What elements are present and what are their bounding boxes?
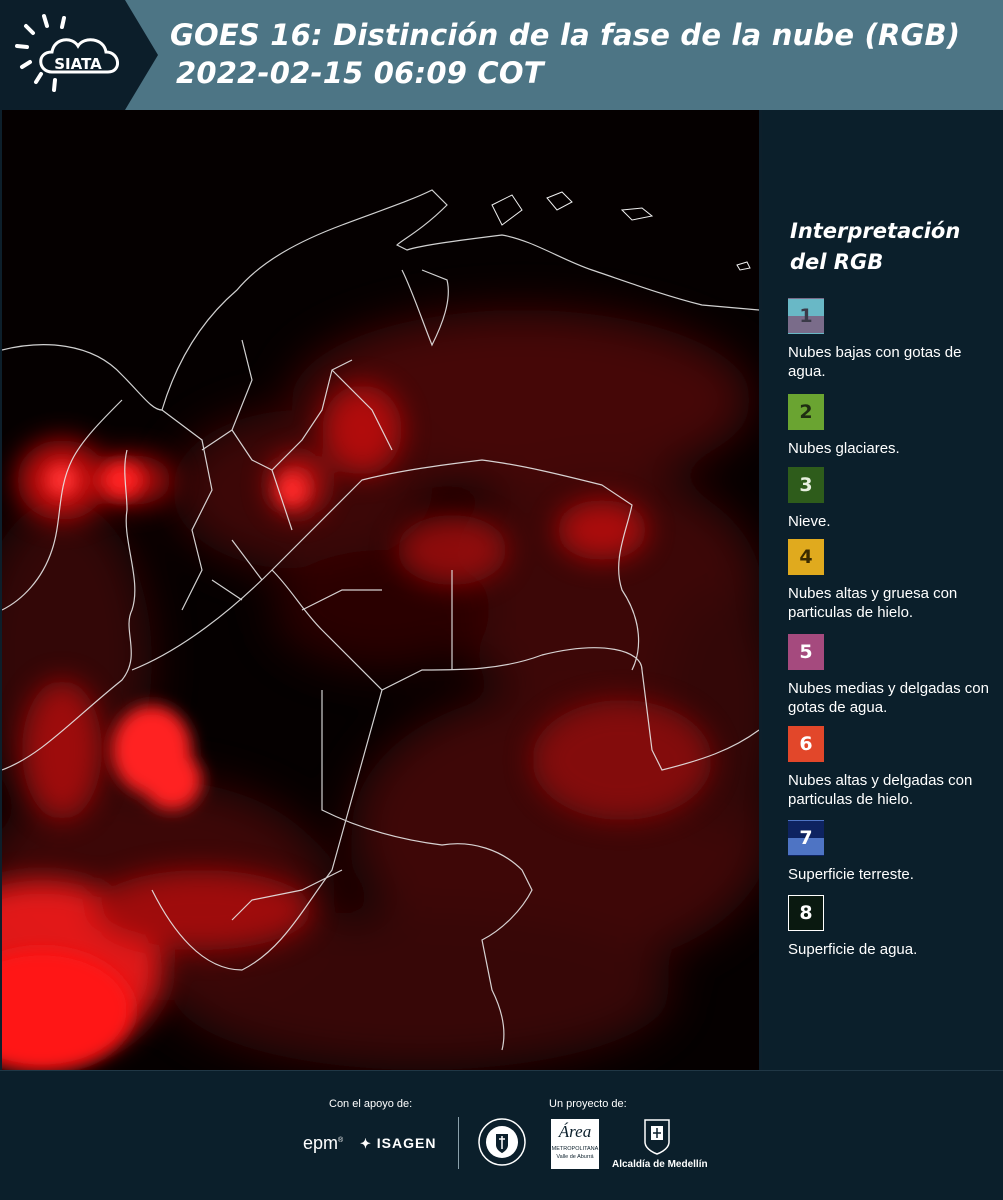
legend-swatch-4: 4 (788, 539, 824, 575)
legend-desc-3: Nieve. (788, 513, 831, 530)
legend-title-line1: Interpretación (790, 219, 961, 243)
area-logo-sub1: METROPOLITANA (551, 1146, 599, 1152)
legend-desc-4: Nubes altas y gruesa con particulas de h… (788, 585, 958, 621)
legend-item-6: 6 Nubes altas y delgadas con particulas … (788, 726, 998, 809)
legend-title: Interpretación del RGB (790, 216, 960, 278)
page-title: GOES 16: Distinción de la fase de la nub… (170, 18, 961, 52)
legend-item-1: 1 Nubes bajas con gotas de agua. (788, 298, 998, 381)
legend-swatch-8: 8 (788, 895, 824, 931)
footer: Con el apoyo de: Un proyecto de: epm® ✦ … (0, 1070, 1003, 1200)
legend-desc-8: Superficie de agua. (788, 941, 918, 958)
legend-item-5: 5 Nubes medias y delgadas con gotas de a… (788, 634, 998, 717)
siata-logo-text: SIATA (54, 55, 102, 73)
legend-item-8: 8 Superficie de agua. (788, 895, 998, 959)
legend-desc-5: Nubes medias y delgadas con gotas de agu… (788, 680, 989, 716)
legend-panel: Interpretación del RGB 1 Nubes bajas con… (762, 110, 1003, 1070)
page-timestamp: 2022-02-15 06:09 COT (176, 56, 544, 90)
legend-item-7: 7 Superficie terreste. (788, 820, 998, 884)
legend-item-4: 4 Nubes altas y gruesa con particulas de… (788, 539, 998, 622)
legend-desc-1: Nubes bajas con gotas de agua. (788, 344, 962, 380)
siata-logo: SIATA (0, 0, 158, 110)
isagen-logo: ✦ ISAGEN (360, 1135, 436, 1152)
legend-swatch-7: 7 (788, 820, 824, 856)
rgb-cloud-phase-image (2, 110, 759, 1070)
epm-logo-text: epm (303, 1133, 339, 1153)
epm-logo: epm® (303, 1133, 344, 1153)
legend-swatch-6: 6 (788, 726, 824, 762)
legend-desc-2: Nubes glaciares. (788, 440, 900, 457)
satellite-map[interactable] (2, 110, 759, 1070)
alcaldia-logo-text: Alcaldía de Medellín (612, 1159, 708, 1170)
header-bar: SIATA GOES 16: Distinción de la fase de … (0, 0, 1003, 110)
support-label: Con el apoyo de: (329, 1098, 413, 1110)
alcaldia-shield-icon (644, 1119, 670, 1155)
area-logo-sub2: Valle de Aburrá (556, 1154, 594, 1160)
legend-desc-7: Superficie terreste. (788, 866, 914, 883)
isagen-logo-text: ISAGEN (376, 1135, 437, 1151)
legend-item-2: 2 Nubes glaciares. (788, 394, 998, 458)
isagen-mark-icon: ✦ (360, 1136, 372, 1151)
project-label: Un proyecto de: (549, 1098, 627, 1110)
legend-swatch-1: 1 (788, 298, 824, 334)
legend-item-3: 3 Nieve. (788, 467, 998, 531)
legend-swatch-2: 2 (788, 394, 824, 430)
medellin-seal-icon (478, 1118, 526, 1166)
legend-swatch-3: 3 (788, 467, 824, 503)
sun-cloud-icon: SIATA (15, 14, 119, 92)
area-metropolitana-logo: Área METROPOLITANA Valle de Aburrá (551, 1119, 599, 1169)
legend-desc-6: Nubes altas y delgadas con particulas de… (788, 772, 973, 808)
legend-swatch-5: 5 (788, 634, 824, 670)
legend-title-line2: del RGB (790, 250, 884, 274)
footer-divider (458, 1117, 459, 1169)
area-logo-title: Área (558, 1122, 592, 1141)
